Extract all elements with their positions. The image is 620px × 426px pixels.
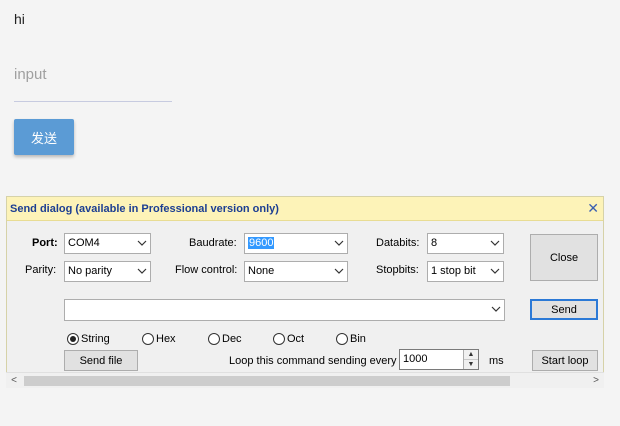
port-label: Port: [32, 237, 58, 249]
flow-control-label: Flow control: [175, 264, 238, 276]
parity-value: No parity [68, 265, 113, 277]
chevron-down-icon [334, 265, 344, 277]
databits-select[interactable]: 8 [427, 233, 504, 254]
chevron-down-icon[interactable]: ▼ [464, 359, 478, 368]
format-radio-hex[interactable]: Hex [142, 331, 176, 347]
send-file-button[interactable]: Send file [64, 350, 138, 371]
dialog-title-bar: Send dialog (available in Professional v… [7, 197, 603, 221]
horizontal-scrollbar[interactable]: < > [6, 372, 604, 388]
parity-label: Parity: [25, 264, 57, 276]
port-select[interactable]: COM4 [64, 233, 151, 254]
radio-unchecked-icon [336, 333, 348, 345]
dialog-title: Send dialog (available in Professional v… [10, 203, 279, 215]
databits-value: 8 [431, 237, 438, 249]
scrollbar-thumb[interactable] [24, 376, 510, 386]
chevron-down-icon [491, 303, 501, 315]
baudrate-value: 9600 [248, 237, 275, 249]
send-dialog: Send dialog (available in Professional v… [6, 196, 604, 388]
format-radio-bin[interactable]: Bin [336, 331, 366, 347]
radio-unchecked-icon [208, 333, 220, 345]
format-radio-dec[interactable]: Dec [208, 331, 242, 347]
baudrate-label: Baudrate: [189, 237, 237, 249]
stopbits-value: 1 stop bit [431, 265, 476, 277]
loop-label: Loop this command sending every [229, 355, 397, 367]
web-send-button[interactable]: 发送 [14, 119, 74, 155]
parity-select[interactable]: No parity [64, 261, 151, 282]
loop-unit: ms [489, 355, 504, 367]
chevron-down-icon [490, 265, 500, 277]
text-input[interactable] [14, 64, 172, 83]
format-radio-string[interactable]: String [67, 331, 110, 347]
stopbits-select[interactable]: 1 stop bit [427, 261, 504, 282]
close-button[interactable]: Close [530, 234, 598, 281]
stepper-arrows[interactable]: ▲ ▼ [463, 350, 478, 369]
dialog-send-button[interactable]: Send [530, 299, 598, 320]
app-window: hi 发送 Send dialog (available in Professi… [0, 0, 620, 426]
loop-interval-stepper[interactable]: 1000 ▲ ▼ [399, 349, 479, 370]
baudrate-select[interactable]: 9600 [244, 233, 348, 254]
format-label: Bin [350, 333, 366, 345]
radio-unchecked-icon [273, 333, 285, 345]
scroll-right-icon[interactable]: > [588, 373, 604, 389]
stopbits-label: Stopbits: [376, 264, 419, 276]
format-radio-oct[interactable]: Oct [273, 331, 304, 347]
flow-control-select[interactable]: None [244, 261, 348, 282]
chevron-down-icon [137, 265, 147, 277]
flow-control-value: None [248, 265, 275, 277]
chevron-down-icon [334, 237, 344, 249]
chevron-up-icon[interactable]: ▲ [464, 350, 478, 359]
chevron-down-icon [490, 237, 500, 249]
format-label: Hex [156, 333, 176, 345]
format-label: Oct [287, 333, 305, 345]
scroll-left-icon[interactable]: < [6, 373, 22, 389]
radio-unchecked-icon [142, 333, 154, 345]
chevron-down-icon [137, 237, 147, 249]
databits-label: Databits: [376, 237, 420, 249]
format-label: Dec [222, 333, 242, 345]
command-input[interactable] [64, 299, 505, 321]
radio-checked-icon [67, 333, 79, 345]
greeting-text: hi [14, 11, 25, 27]
loop-interval-value: 1000 [403, 353, 428, 365]
port-value: COM4 [68, 237, 100, 249]
format-label: String [81, 333, 110, 345]
dialog-close-icon[interactable]: ✕ [587, 200, 599, 217]
start-loop-button[interactable]: Start loop [532, 350, 598, 371]
text-input-container [14, 64, 172, 102]
